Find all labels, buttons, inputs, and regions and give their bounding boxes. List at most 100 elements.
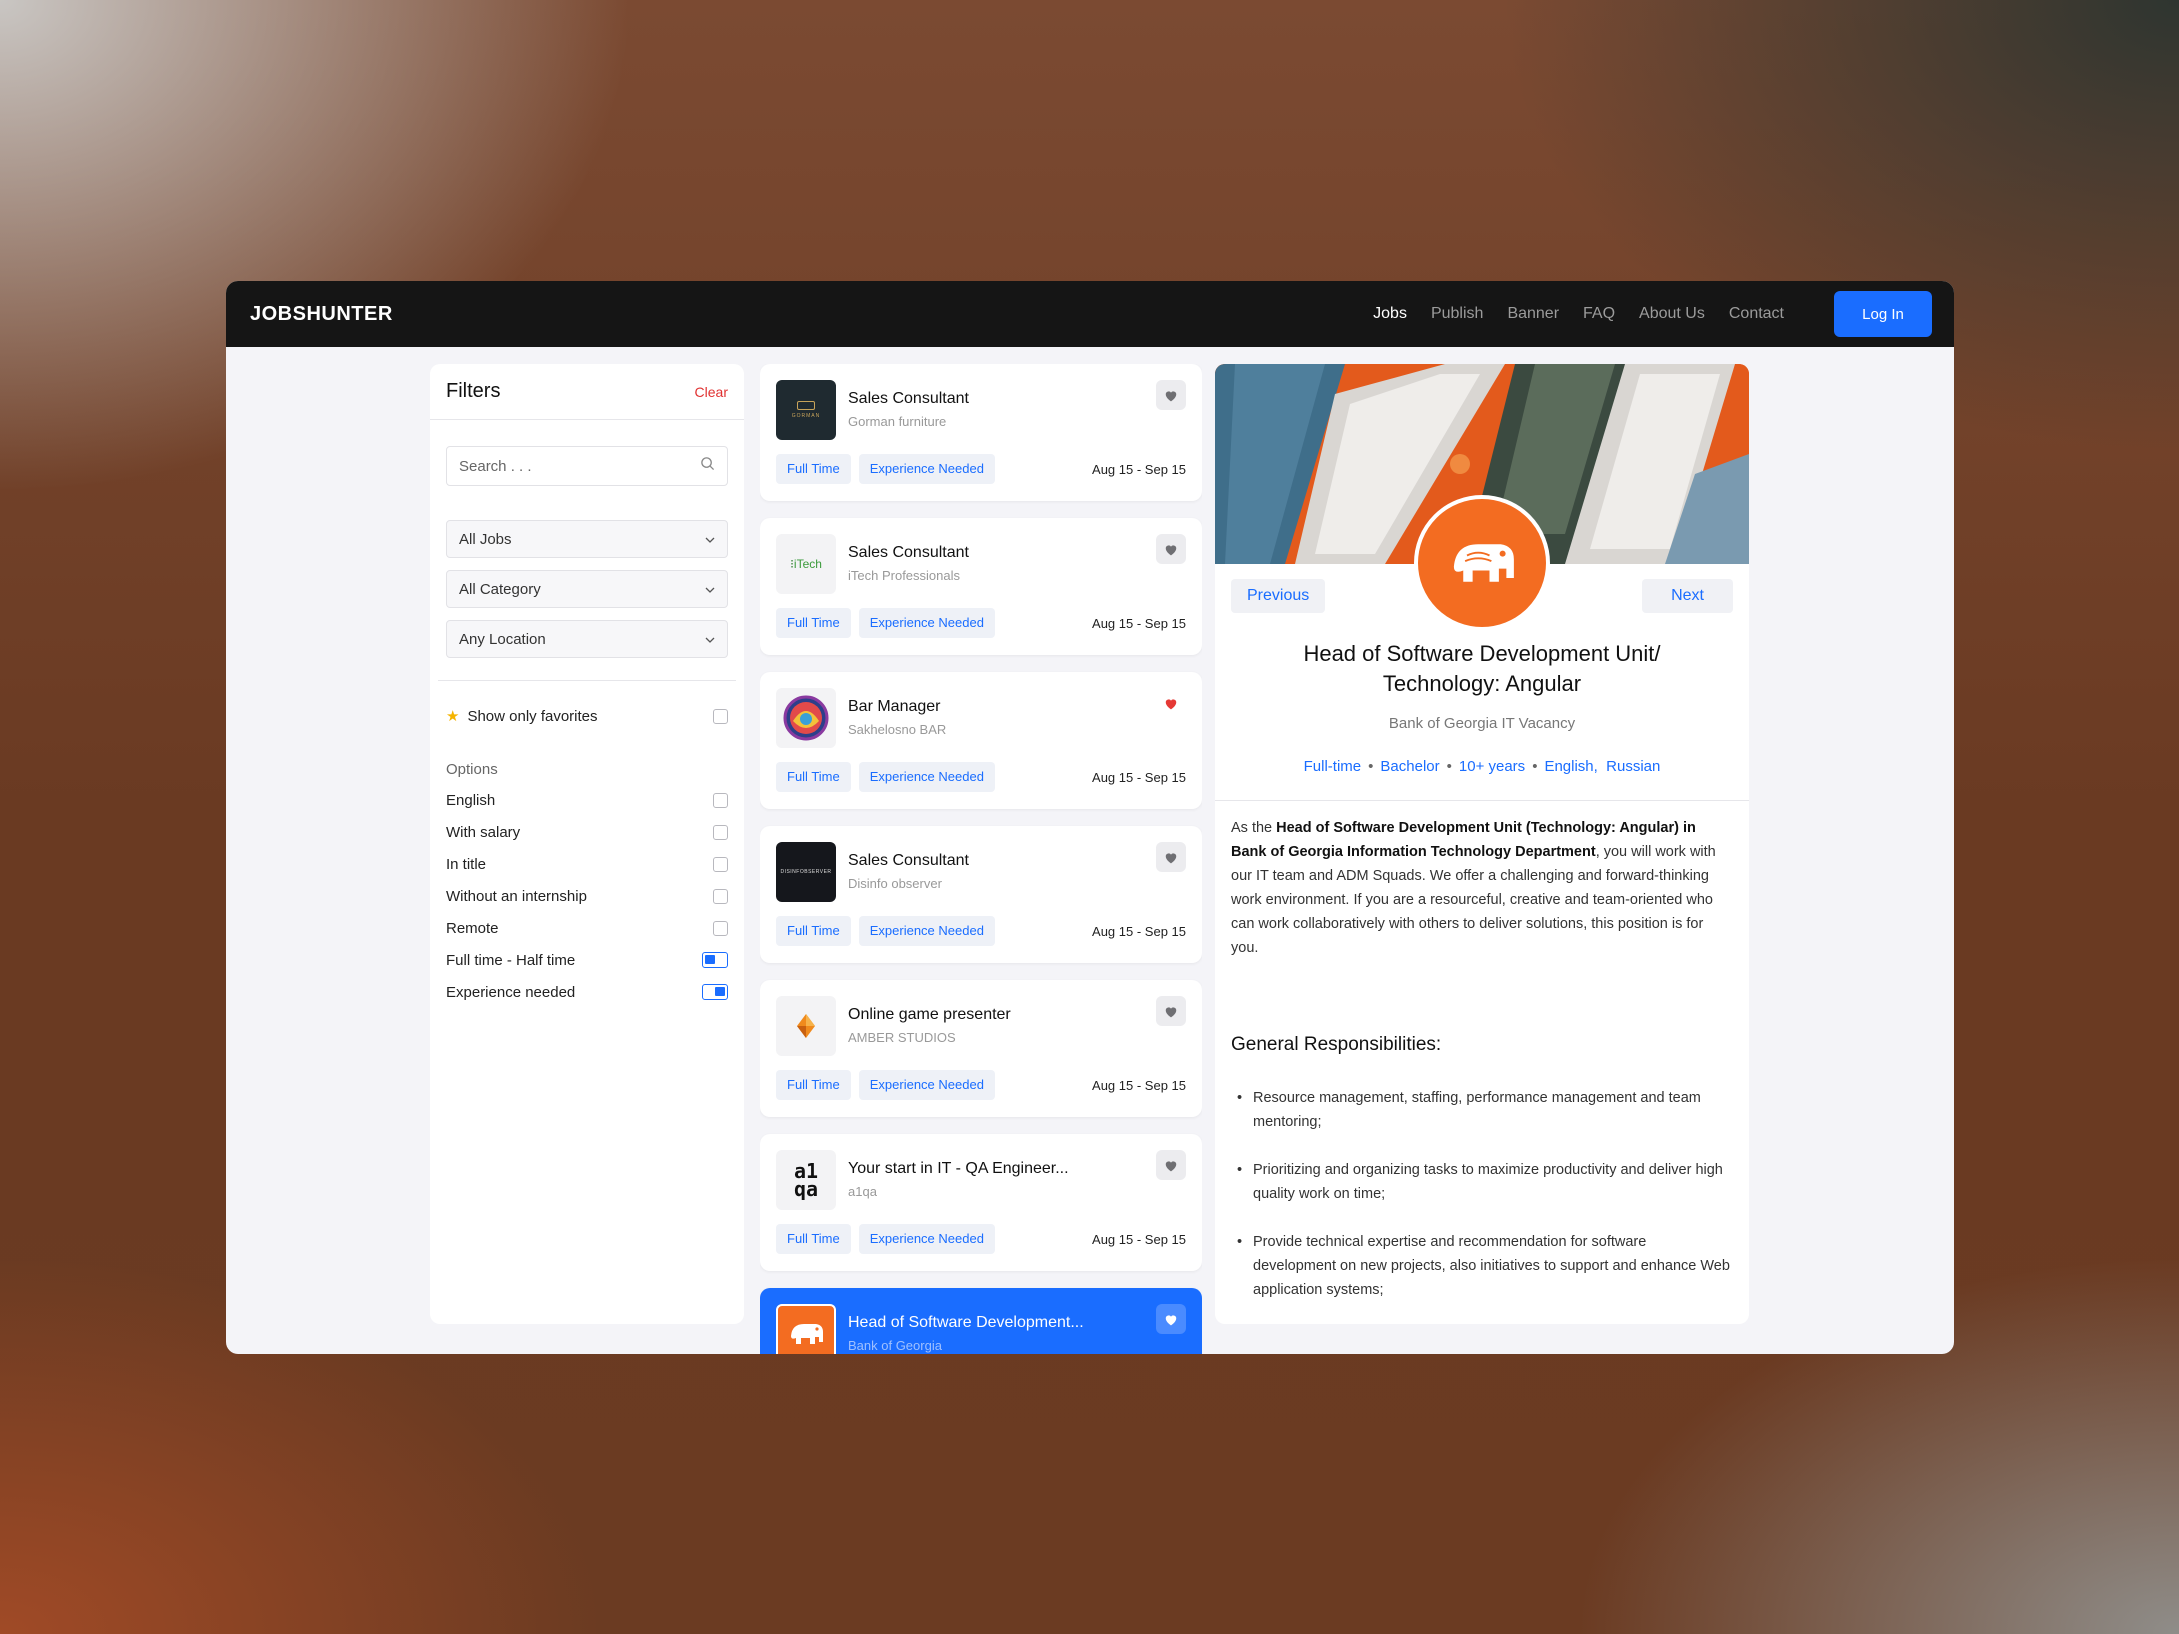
meta-experience[interactable]: 10+ years: [1459, 758, 1525, 775]
favorites-label: Show only favorites: [467, 707, 598, 725]
favorite-button[interactable]: [1156, 842, 1186, 872]
bog-logo: [776, 1304, 836, 1354]
job-card[interactable]: Online game presenter AMBER STUDIOS Full…: [760, 980, 1202, 1117]
nav-jobs[interactable]: Jobs: [1373, 305, 1407, 323]
category-select[interactable]: All Category: [446, 570, 728, 608]
company-name: Sakhelosno BAR: [848, 722, 947, 737]
in-title-checkbox[interactable]: [713, 856, 728, 872]
filters-panel: Filters Clear All Jobs All Category Any …: [430, 364, 744, 1324]
search-icon[interactable]: [700, 456, 715, 476]
search-box[interactable]: [446, 446, 728, 486]
company-name: Gorman furniture: [848, 414, 947, 429]
itech-logo: ⁝iTech: [776, 534, 836, 594]
list-item: Resource management, staffing, performan…: [1231, 1086, 1733, 1134]
search-input[interactable]: [459, 457, 700, 475]
option-label: With salary: [446, 823, 521, 841]
option-remote[interactable]: Remote: [430, 912, 744, 944]
job-detail-title: Head of Software Development Unit/ Techn…: [1303, 641, 1661, 696]
heart-icon: [1165, 852, 1177, 863]
heart-icon: [1165, 390, 1177, 401]
favorite-button[interactable]: [1156, 1304, 1186, 1334]
heart-icon: [1165, 698, 1177, 709]
job-date-range: Aug 15 - Sep 15: [1092, 1078, 1186, 1093]
full-half-time-toggle[interactable]: [702, 952, 728, 968]
list-item: Prioritizing and organizing tasks to max…: [1231, 1158, 1733, 1206]
job-card[interactable]: a1qa Your start in IT - QA Engineer... a…: [760, 1134, 1202, 1271]
heart-icon: [1165, 1314, 1177, 1325]
nav-publish[interactable]: Publish: [1431, 305, 1483, 323]
job-date-range: Aug 15 - Sep 15: [1092, 1232, 1186, 1247]
meta-languages[interactable]: English, Russian: [1544, 758, 1660, 775]
nav-faq[interactable]: FAQ: [1583, 305, 1615, 323]
job-detail-subtitle: Bank of Georgia IT Vacancy: [1388, 715, 1576, 732]
filters-header: Filters Clear: [430, 364, 744, 420]
job-card[interactable]: ⁝iTech Sales Consultant iTech Profession…: [760, 518, 1202, 655]
company-name: Disinfo observer: [848, 876, 942, 891]
option-experience-needed[interactable]: Experience needed: [430, 976, 744, 1008]
logo-text: iTech: [793, 557, 822, 571]
next-button[interactable]: Next: [1642, 579, 1733, 613]
job-card[interactable]: GORMAN Sales Consultant Gorman furniture…: [760, 364, 1202, 501]
option-without-internship[interactable]: Without an internship: [430, 880, 744, 912]
nav-about-us[interactable]: About Us: [1639, 305, 1705, 323]
with-salary-checkbox[interactable]: [713, 824, 728, 840]
login-button[interactable]: Log In: [1834, 291, 1932, 337]
english-checkbox[interactable]: [713, 792, 728, 808]
company-name: iTech Professionals: [848, 568, 960, 583]
job-list: GORMAN Sales Consultant Gorman furniture…: [760, 364, 1202, 1354]
amber-logo: [776, 996, 836, 1056]
option-label: Remote: [446, 919, 499, 937]
jobs-type-value: All Jobs: [459, 530, 512, 548]
favorite-button[interactable]: [1156, 688, 1186, 718]
job-title: Your start in IT - QA Engineer...: [848, 1160, 1069, 1177]
job-date-range: Aug 15 - Sep 15: [1092, 924, 1186, 939]
favorites-filter[interactable]: ★ Show only favorites: [430, 701, 744, 731]
job-title: Head of Software Development...: [848, 1314, 1084, 1331]
favorite-button[interactable]: [1156, 996, 1186, 1026]
without-internship-checkbox[interactable]: [713, 888, 728, 904]
option-full-half-time[interactable]: Full time - Half time: [430, 944, 744, 976]
logo-text: GORMAN: [791, 413, 821, 419]
favorites-checkbox[interactable]: [713, 708, 728, 724]
disinfo-logo: DISINFOBSERVER: [776, 842, 836, 902]
tag-experience-needed: Experience Needed: [858, 608, 995, 638]
job-description: As the Head of Software Development Unit…: [1231, 816, 1733, 960]
meta-employment-type[interactable]: Full-time: [1304, 758, 1362, 775]
nav-banner[interactable]: Banner: [1507, 305, 1559, 323]
brand-logo[interactable]: JOBSHUNTER: [250, 303, 393, 326]
intro-prefix: As the: [1231, 820, 1277, 836]
tag-experience-needed: Experience Needed: [858, 916, 995, 946]
job-card[interactable]: Bar Manager Sakhelosno BAR Full Time Exp…: [760, 672, 1202, 809]
option-english[interactable]: English: [430, 784, 744, 816]
heart-icon: [1165, 1006, 1177, 1017]
job-title: Sales Consultant: [848, 852, 969, 869]
tag-experience-needed: Experience Needed: [858, 762, 995, 792]
clear-filters-link[interactable]: Clear: [695, 384, 728, 400]
company-name: Bank of Georgia: [848, 1338, 942, 1353]
meta-education[interactable]: Bachelor: [1380, 758, 1439, 775]
tag-full-time: Full Time: [776, 454, 851, 484]
company-name: AMBER STUDIOS: [848, 1030, 956, 1045]
options-title: Options: [446, 761, 498, 778]
job-card[interactable]: DISINFOBSERVER Sales Consultant Disinfo …: [760, 826, 1202, 963]
option-in-title[interactable]: In title: [430, 848, 744, 880]
jobs-type-select[interactable]: All Jobs: [446, 520, 728, 558]
logo-text: DISINFOBSERVER: [780, 869, 832, 875]
job-title: Bar Manager: [848, 698, 941, 715]
location-select[interactable]: Any Location: [446, 620, 728, 658]
job-card-selected[interactable]: Head of Software Development... Bank of …: [760, 1288, 1202, 1354]
favorite-button[interactable]: [1156, 380, 1186, 410]
experience-needed-toggle[interactable]: [702, 984, 728, 1000]
main-nav: Jobs Publish Banner FAQ About Us Contact…: [1373, 291, 1932, 337]
tag-full-time: Full Time: [776, 608, 851, 638]
sakhelosno-logo: [776, 688, 836, 748]
nav-contact[interactable]: Contact: [1729, 305, 1784, 323]
heart-icon: [1165, 1160, 1177, 1171]
remote-checkbox[interactable]: [713, 920, 728, 936]
company-avatar: [1414, 495, 1550, 631]
job-detail-panel: Previous Next Head of Software Developme…: [1215, 364, 1749, 1324]
previous-button[interactable]: Previous: [1231, 579, 1326, 613]
favorite-button[interactable]: [1156, 1150, 1186, 1180]
favorite-button[interactable]: [1156, 534, 1186, 564]
option-with-salary[interactable]: With salary: [430, 816, 744, 848]
